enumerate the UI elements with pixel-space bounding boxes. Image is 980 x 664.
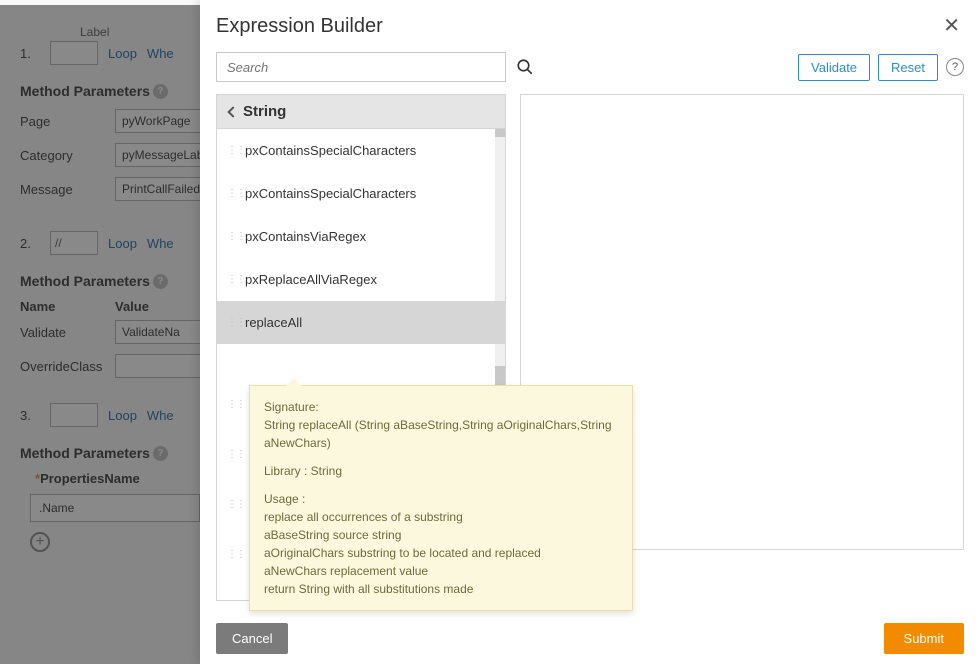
function-item[interactable]: ⋮⋮ pxContainsSpecialCharacters	[217, 172, 505, 215]
drag-handle-icon[interactable]: ⋮⋮	[227, 191, 245, 197]
tooltip-usage-line: aOriginalChars substring to be located a…	[264, 544, 618, 562]
drag-handle-icon[interactable]: ⋮⋮	[227, 452, 245, 458]
chevron-left-icon	[227, 106, 238, 117]
search-field-wrapper	[216, 52, 506, 82]
drag-handle-icon[interactable]: ⋮⋮	[227, 552, 245, 558]
function-label: pxContainsSpecialCharacters	[245, 143, 416, 158]
category-header[interactable]: String	[217, 95, 505, 129]
tooltip-usage-label: Usage :	[264, 490, 618, 508]
search-icon[interactable]	[512, 58, 538, 76]
search-input[interactable]	[217, 56, 505, 79]
function-item[interactable]: ⋮⋮ pxContainsViaRegex	[217, 215, 505, 258]
close-icon[interactable]: ✕	[939, 12, 964, 40]
reset-button[interactable]: Reset	[878, 54, 938, 81]
function-item[interactable]: ⋮⋮ pxReplaceAllViaRegex	[217, 258, 505, 301]
cancel-button[interactable]: Cancel	[216, 623, 288, 654]
submit-button[interactable]: Submit	[884, 623, 964, 654]
modal-title: Expression Builder	[216, 15, 383, 38]
function-item[interactable]: ⋮⋮ pxContainsSpecialCharacters	[217, 129, 505, 172]
validate-button[interactable]: Validate	[798, 54, 870, 81]
function-tooltip: Signature: String replaceAll (String aBa…	[249, 385, 633, 611]
tooltip-usage-line: replace all occurrences of a substring	[264, 508, 618, 526]
function-label: pxContainsSpecialCharacters	[245, 186, 416, 201]
drag-handle-icon[interactable]: ⋮⋮	[227, 234, 245, 240]
drag-handle-icon[interactable]: ⋮⋮	[227, 402, 245, 408]
drag-handle-icon[interactable]: ⋮⋮	[227, 148, 245, 154]
drag-handles-below: ⋮⋮ ⋮⋮ ⋮⋮ ⋮⋮	[227, 402, 245, 558]
function-label: replaceAll	[245, 315, 302, 330]
tooltip-library: Library : String	[264, 462, 618, 480]
drag-handle-icon[interactable]: ⋮⋮	[227, 502, 245, 508]
tooltip-usage-line: return String with all substitutions mad…	[264, 580, 618, 598]
tooltip-usage-line: aNewChars replacement value	[264, 562, 618, 580]
function-label: pxReplaceAllViaRegex	[245, 272, 377, 287]
tooltip-signature-label: Signature:	[264, 398, 618, 416]
function-item-selected[interactable]: ⋮⋮ replaceAll	[217, 301, 505, 344]
tooltip-usage-line: aBaseString source string	[264, 526, 618, 544]
category-title: String	[243, 103, 286, 120]
help-icon[interactable]: ?	[946, 58, 964, 76]
tooltip-signature: String replaceAll (String aBaseString,St…	[264, 416, 618, 452]
drag-handle-icon[interactable]: ⋮⋮	[227, 277, 245, 283]
function-label: pxContainsViaRegex	[245, 229, 366, 244]
expression-builder-modal: Expression Builder ✕ Validate Reset ? St…	[200, 0, 980, 664]
drag-handle-icon[interactable]: ⋮⋮	[227, 320, 245, 326]
